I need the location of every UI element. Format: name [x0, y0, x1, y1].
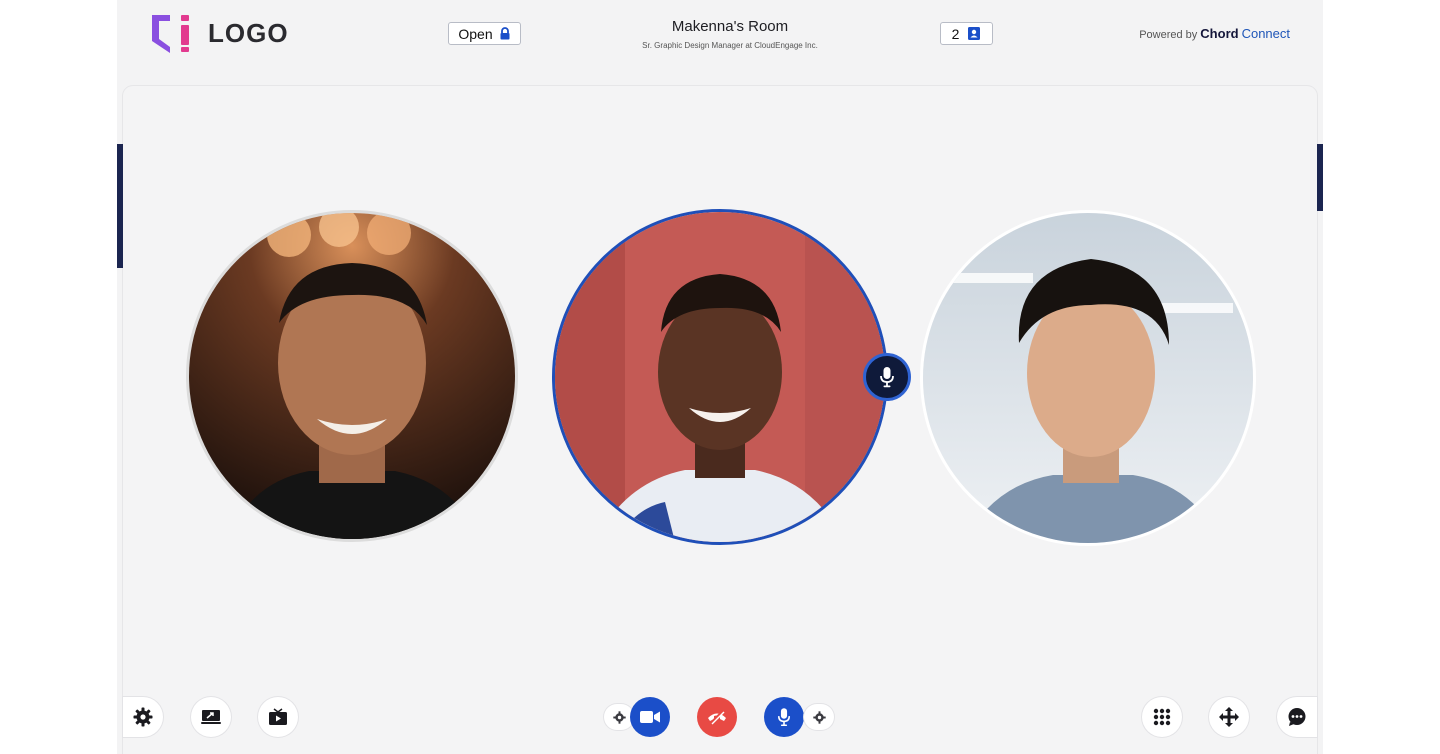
person-avatar-icon [923, 213, 1253, 543]
right-edge-accent [1317, 144, 1323, 211]
powered-prefix: Powered by [1139, 29, 1198, 41]
microphone-toggle-button[interactable] [764, 697, 804, 737]
logo-text: LOGO [208, 17, 289, 48]
room-lock-button[interactable]: Open [448, 22, 521, 45]
media-player-icon [269, 708, 287, 725]
microphone-icon [777, 708, 791, 727]
participant-count-button[interactable]: 2 [940, 22, 993, 45]
video-camera-icon [640, 711, 660, 723]
hang-up-icon [708, 710, 726, 725]
camera-toggle-button[interactable] [630, 697, 670, 737]
gear-icon [133, 707, 153, 727]
microphone-icon [880, 367, 894, 388]
dialpad-button[interactable] [1142, 697, 1182, 737]
move-arrows-icon [1219, 707, 1239, 727]
dialpad-icon [1153, 708, 1171, 726]
participant-video-1[interactable] [186, 210, 518, 542]
settings-button[interactable] [123, 697, 163, 737]
chat-button[interactable] [1277, 697, 1317, 737]
contact-card-icon [968, 27, 981, 40]
person-avatar-icon [555, 212, 885, 542]
move-layout-button[interactable] [1209, 697, 1249, 737]
brand-name-part2: Connect [1241, 26, 1290, 41]
room-title: Makenna's Room [671, 18, 789, 35]
logo-mark-icon [152, 15, 189, 53]
room-info: Makenna's Room Sr. Graphic Design Manage… [580, 18, 880, 50]
participant-video-2[interactable] [552, 209, 888, 545]
lock-label: Open [458, 25, 493, 42]
logo: LOGO [150, 13, 289, 53]
gear-icon [612, 710, 626, 724]
header: LOGO Open Makenna's Room Sr. Graphic Des… [117, 0, 1323, 70]
lock-icon [500, 27, 510, 40]
media-player-button[interactable] [258, 697, 298, 737]
speaking-indicator [863, 353, 911, 401]
participant-count: 2 [951, 25, 960, 42]
brand-name-part1: Chord [1200, 26, 1239, 41]
screen-share-icon [201, 710, 221, 724]
screen-share-button[interactable] [191, 697, 231, 737]
chat-bubble-icon [1288, 708, 1306, 726]
participant-video-3[interactable] [920, 210, 1256, 546]
audio-settings-button[interactable] [804, 704, 834, 730]
left-edge-accent [117, 144, 123, 268]
gear-icon [812, 710, 826, 724]
person-avatar-icon [189, 213, 515, 539]
room-subtitle: Sr. Graphic Design Manager at CloudEngag… [642, 41, 818, 50]
end-call-button[interactable] [697, 697, 737, 737]
powered-by: Powered by Chord Connect [1139, 26, 1290, 41]
